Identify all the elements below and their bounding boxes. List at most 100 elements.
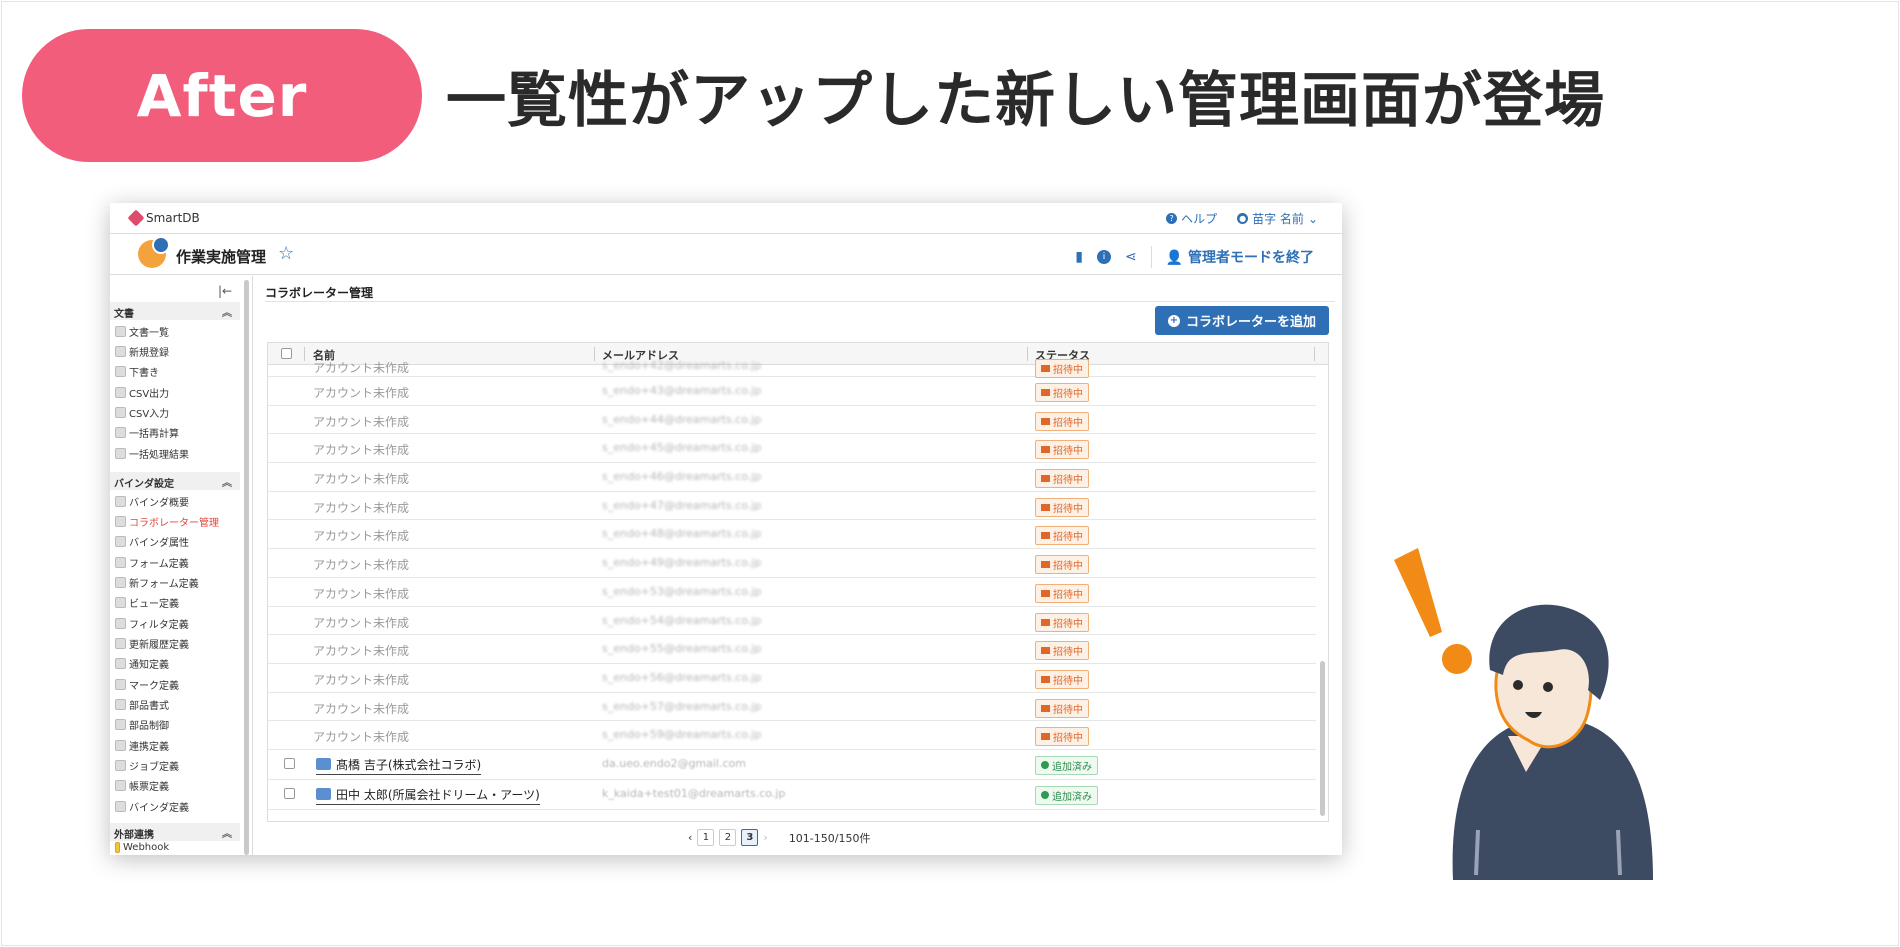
star-icon[interactable]: ☆ (278, 243, 294, 264)
next-page-icon[interactable]: › (763, 831, 767, 844)
sidebar-item[interactable]: 部品書式 (115, 697, 169, 712)
sidebar-item[interactable]: バインダ定義 (115, 799, 189, 814)
sidebar-item[interactable]: マーク定義 (115, 677, 179, 692)
bookmark-icon[interactable]: ▮ (1075, 249, 1083, 265)
user-card-icon (316, 758, 331, 771)
table-row: アカウント未作成 s_endo+55@dreamarts.co.jp 招待中 (268, 635, 1316, 664)
sidebar-item-label: ビュー定義 (129, 599, 179, 610)
status-badge: 招待中 (1035, 383, 1089, 402)
divider (1150, 246, 1152, 268)
sidebar-item[interactable]: 文書一覧 (115, 324, 169, 339)
status-label: 招待中 (1053, 417, 1083, 429)
row-email: s_endo+46@dreamarts.co.jp (602, 470, 762, 484)
exit-admin-mode-button[interactable]: 👤 管理者モードを終了 (1166, 247, 1314, 267)
binder-attr-icon (115, 536, 126, 547)
info-icon[interactable]: i (1096, 250, 1111, 264)
envelope-icon (1041, 675, 1050, 683)
notification-icon (115, 658, 126, 669)
sidebar-item[interactable]: 一括処理結果 (115, 446, 189, 461)
table-row: アカウント未作成 s_endo+54@dreamarts.co.jp 招待中 (268, 607, 1316, 636)
sidebar-item[interactable]: フォーム定義 (115, 555, 189, 570)
sidebar-item[interactable]: 連携定義 (115, 738, 169, 753)
row-user-link[interactable]: 田中 太郎(所属会社ドリーム・アーツ) (316, 786, 540, 805)
status-label: 招待中 (1053, 389, 1083, 400)
sidebar-item[interactable]: ビュー定義 (115, 595, 179, 610)
status-label: 招待中 (1053, 647, 1083, 659)
row-email: s_endo+53@dreamarts.co.jp (602, 584, 762, 598)
sidebar-item-label: フィルタ定義 (129, 620, 189, 631)
add-collaborator-label: コラボレーターを追加 (1185, 315, 1316, 330)
sidebar-item-label: 文書一覧 (129, 328, 169, 339)
sidebar-item[interactable]: 新フォーム定義 (115, 575, 199, 590)
row-checkbox[interactable] (284, 787, 295, 799)
sidebar-item[interactable]: 更新履歴定義 (115, 636, 189, 651)
status-badge: 招待中 (1035, 497, 1089, 517)
sidebar-item[interactable]: バインダ概要 (115, 494, 189, 509)
status-label: 招待中 (1053, 532, 1083, 544)
sidebar-item[interactable]: ジョブ定義 (115, 758, 179, 773)
part-format-icon (115, 699, 126, 710)
sidebar-item[interactable]: CSV入力 (115, 405, 169, 420)
sidebar-item-label: 部品書式 (129, 701, 169, 712)
sidebar-scrollbar[interactable] (244, 280, 249, 855)
draft-icon (115, 366, 126, 377)
table-scrollbar[interactable] (1320, 661, 1325, 816)
row-email: s_endo+48@dreamarts.co.jp (602, 527, 762, 541)
sidebar-item-label: CSV入力 (129, 409, 170, 420)
status-label: 招待中 (1053, 503, 1083, 515)
row-email: s_endo+57@dreamarts.co.jp (602, 699, 762, 713)
sidebar-item[interactable]: Webhook (115, 842, 169, 853)
sidebar-item-collaborator-management[interactable]: コラボレーター管理 (115, 514, 219, 529)
row-checkbox[interactable] (284, 757, 295, 769)
question-icon: ? (1166, 213, 1178, 224)
status-badge: 招待中 (1035, 555, 1089, 575)
new-form-icon (115, 577, 126, 588)
status-badge: 招待中 (1035, 698, 1089, 718)
sidebar-item[interactable]: 帳票定義 (115, 778, 169, 793)
add-collaborator-button[interactable]: + コラボレーターを追加 (1155, 306, 1329, 335)
sidebar-item[interactable]: 下書き (115, 364, 159, 379)
table-body: アカウント未作成 s_endo+42@dreamarts.co.jp 招待中 ア… (268, 359, 1316, 810)
row-name: アカウント未作成 (313, 443, 410, 458)
status-badge: 招待中 (1035, 583, 1089, 603)
sidebar-section-documents[interactable]: 文書 ︽ (110, 302, 240, 320)
sidebar-section-binder-settings[interactable]: バインダ設定 ︽ (110, 472, 240, 490)
sidebar-item[interactable]: 通知定義 (115, 656, 169, 671)
status-label: 招待中 (1053, 704, 1083, 716)
table-row: アカウント未作成 s_endo+56@dreamarts.co.jp 招待中 (268, 664, 1316, 693)
sidebar-item[interactable]: バインダ属性 (115, 534, 189, 549)
status-label: 招待中 (1053, 561, 1083, 573)
logo[interactable]: SmartDB (127, 209, 200, 227)
divider (265, 301, 1335, 302)
sidebar-item[interactable]: CSV出力 (115, 385, 169, 400)
user-menu[interactable]: ● 苗字 名前 ⌄ (1237, 210, 1318, 227)
page-button-current[interactable]: 3 (741, 829, 759, 846)
logo-text: SmartDB (146, 211, 200, 225)
row-name: アカウント未作成 (313, 558, 410, 573)
table-row: アカウント未作成 s_endo+53@dreamarts.co.jp 招待中 (268, 578, 1316, 607)
help-link[interactable]: ? ヘルプ (1166, 210, 1217, 227)
status-label: 招待中 (1053, 589, 1083, 601)
sidebar-item-label: コラボレーター管理 (129, 518, 219, 529)
webhook-icon (115, 842, 120, 853)
sidebar-section-external[interactable]: 外部連携 ︽ (110, 823, 240, 841)
page-button[interactable]: 2 (719, 829, 737, 846)
status-badge: 招待中 (1035, 469, 1089, 489)
prev-page-icon[interactable]: ‹ (688, 831, 692, 844)
sidebar-item[interactable]: フィルタ定義 (115, 616, 189, 631)
check-circle-icon (1041, 761, 1049, 770)
recalc-icon (115, 427, 126, 438)
report-icon (115, 780, 126, 791)
row-email: s_endo+54@dreamarts.co.jp (602, 613, 762, 627)
envelope-icon (1041, 733, 1050, 741)
page-button[interactable]: 1 (697, 829, 715, 846)
sidebar-item-label: ジョブ定義 (129, 762, 179, 773)
sidebar-item[interactable]: 新規登録 (115, 344, 169, 359)
envelope-icon (1041, 389, 1050, 396)
sidebar-item[interactable]: 部品制御 (115, 717, 169, 732)
table-row: アカウント未作成 s_endo+43@dreamarts.co.jp 招待中 (268, 377, 1316, 406)
row-user-link[interactable]: 髙橋 吉子(株式会社コラボ) (316, 756, 482, 775)
sidebar-item[interactable]: 一括再計算 (115, 425, 179, 440)
share-icon[interactable]: ⋖ (1125, 249, 1137, 265)
collapse-sidebar-icon[interactable]: |← (218, 284, 232, 298)
